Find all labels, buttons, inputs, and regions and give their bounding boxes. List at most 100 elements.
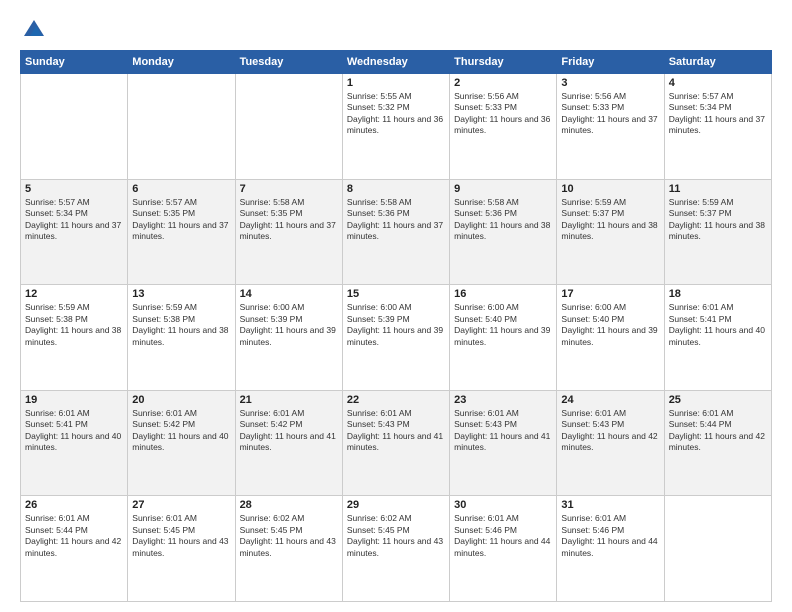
day-number: 11 <box>669 183 767 195</box>
calendar-cell: 2Sunrise: 5:56 AMSunset: 5:33 PMDaylight… <box>450 74 557 180</box>
day-number: 27 <box>132 499 230 511</box>
sunrise-label: Sunrise: 6:01 AM <box>347 408 412 418</box>
sunrise-label: Sunrise: 6:01 AM <box>669 302 734 312</box>
day-number: 20 <box>132 394 230 406</box>
sunset-label: Sunset: 5:38 PM <box>132 314 195 324</box>
calendar-cell: 4 Sunrise: 5:57 AMSunset: 5:34 PMDaylight… <box>664 74 771 180</box>
daylight-label: Daylight: 11 hours and 39 minutes. <box>347 325 443 346</box>
day-number: 24 <box>561 394 659 406</box>
calendar-cell: 10Sunrise: 5:59 AMSunset: 5:37 PMDayligh… <box>557 179 664 285</box>
day-number: 10 <box>561 183 659 195</box>
header-wednesday: Wednesday <box>342 51 449 74</box>
sunset-label: Sunset: 5:42 PM <box>240 419 303 429</box>
calendar-cell: 23 Sunrise: 6:01 AMSunset: 5:43 PMDayligh… <box>450 390 557 496</box>
day-info: Sunrise: 6:01 AMSunset: 5:41 PMDaylight:… <box>669 302 767 348</box>
day-number: 7 <box>240 183 338 195</box>
sunrise-label: Sunrise: 6:00 AM <box>347 302 412 312</box>
calendar: Sunday Monday Tuesday Wednesday Thursday… <box>20 50 772 602</box>
daylight-label: Daylight: 11 hours and 37 minutes. <box>240 220 336 241</box>
day-number: 22 <box>347 394 445 406</box>
daylight-label: Daylight: 11 hours and 38 minutes. <box>561 220 657 241</box>
calendar-cell: 28 Sunrise: 6:02 AMSunset: 5:45 PMDayligh… <box>235 496 342 602</box>
calendar-cell <box>21 74 128 180</box>
sunrise-label: Sunrise: 6:01 AM <box>454 408 519 418</box>
calendar-cell: 18 Sunrise: 6:01 AMSunset: 5:41 PMDayligh… <box>664 285 771 391</box>
calendar-cell: 12Sunrise: 5:59 AMSunset: 5:38 PMDayligh… <box>21 285 128 391</box>
sunset-label: Sunset: 5:45 PM <box>347 525 410 535</box>
day-info: Sunrise: 6:00 AMSunset: 5:40 PMDaylight:… <box>454 302 552 348</box>
sunrise-label: Sunrise: 5:59 AM <box>25 302 90 312</box>
sunset-label: Sunset: 5:32 PM <box>347 102 410 112</box>
sunset-label: Sunset: 5:46 PM <box>561 525 624 535</box>
sunrise-label: Sunrise: 6:01 AM <box>132 408 197 418</box>
sunrise-label: Sunrise: 5:59 AM <box>132 302 197 312</box>
sunset-label: Sunset: 5:34 PM <box>669 102 732 112</box>
calendar-cell <box>664 496 771 602</box>
sunrise-label: Sunrise: 5:57 AM <box>132 197 197 207</box>
sunset-label: Sunset: 5:35 PM <box>132 208 195 218</box>
daylight-label: Daylight: 11 hours and 38 minutes. <box>25 325 121 346</box>
daylight-label: Daylight: 11 hours and 43 minutes. <box>347 536 443 557</box>
calendar-cell: 9Sunrise: 5:58 AMSunset: 5:36 PMDaylight… <box>450 179 557 285</box>
day-number: 23 <box>454 394 552 406</box>
daylight-label: Daylight: 11 hours and 41 minutes. <box>240 431 336 452</box>
daylight-label: Daylight: 11 hours and 41 minutes. <box>347 431 443 452</box>
sunset-label: Sunset: 5:37 PM <box>669 208 732 218</box>
day-info: Sunrise: 6:01 AMSunset: 5:42 PMDaylight:… <box>132 408 230 454</box>
day-number: 8 <box>347 183 445 195</box>
sunset-label: Sunset: 5:39 PM <box>347 314 410 324</box>
day-number: 28 <box>240 499 338 511</box>
sunrise-label: Sunrise: 5:57 AM <box>25 197 90 207</box>
daylight-label: Daylight: 11 hours and 44 minutes. <box>454 536 550 557</box>
sunrise-label: Sunrise: 6:01 AM <box>132 513 197 523</box>
sunset-label: Sunset: 5:41 PM <box>25 419 88 429</box>
day-info: Sunrise: 6:02 AM Sunset: 5:45 PMDaylight:… <box>347 513 445 559</box>
calendar-cell: 29Sunrise: 6:02 AMSunset: 5:45 PMDayligh… <box>342 496 449 602</box>
sunset-label: Sunset: 5:44 PM <box>669 419 732 429</box>
sunrise-label: Sunrise: 5:56 AM <box>561 91 626 101</box>
calendar-cell: 20 Sunrise: 6:01 AMSunset: 5:42 PMDayligh… <box>128 390 235 496</box>
sunset-label: Sunset: 5:43 PM <box>561 419 624 429</box>
day-info: Sunrise: 6:01 AMSunset: 5:46 PMDaylight:… <box>561 513 659 559</box>
daylight-label: Daylight: 11 hours and 37 minutes. <box>347 220 443 241</box>
sunrise-label: Sunrise: 6:01 AM <box>25 408 90 418</box>
sunrise-label: Sunrise: 6:02 AM <box>347 513 412 523</box>
day-info: Sunrise: 5:57 AMSunset: 5:34 PMDaylight:… <box>669 91 767 137</box>
calendar-cell: 3Sunrise: 5:56 AMSunset: 5:33 PMDaylight… <box>557 74 664 180</box>
day-number: 3 <box>561 77 659 89</box>
calendar-week-row: 5Sunrise: 5:57 AMSunset: 5:34 PMDaylight… <box>21 179 772 285</box>
daylight-label: Daylight: 11 hours and 37 minutes. <box>669 114 765 135</box>
day-info: Sunrise: 6:01 AMSunset: 5:43 PMDaylight:… <box>454 408 552 454</box>
calendar-cell: 31Sunrise: 6:01 AMSunset: 5:46 PMDayligh… <box>557 496 664 602</box>
calendar-cell: 15Sunrise: 6:00 AMSunset: 5:39 PMDayligh… <box>342 285 449 391</box>
sunset-label: Sunset: 5:36 PM <box>347 208 410 218</box>
calendar-cell: 25Sunrise: 6:01 AMSunset: 5:44 PMDayligh… <box>664 390 771 496</box>
sunset-label: Sunset: 5:38 PM <box>25 314 88 324</box>
day-info: Sunrise: 6:00 AM Sunset: 5:39 PMDaylight:… <box>347 302 445 348</box>
header-sunday: Sunday <box>21 51 128 74</box>
header-tuesday: Tuesday <box>235 51 342 74</box>
day-number: 18 <box>669 288 767 300</box>
day-number: 1 <box>347 77 445 89</box>
calendar-cell: 27Sunrise: 6:01 AMSunset: 5:45 PMDayligh… <box>128 496 235 602</box>
daylight-label: Daylight: 11 hours and 39 minutes. <box>561 325 657 346</box>
calendar-cell: 7 Sunrise: 5:58 AMSunset: 5:35 PMDaylight… <box>235 179 342 285</box>
daylight-label: Daylight: 11 hours and 38 minutes. <box>669 220 765 241</box>
sunrise-label: Sunrise: 5:59 AM <box>561 197 626 207</box>
day-info: Sunrise: 6:02 AMSunset: 5:45 PMDaylight:… <box>240 513 338 559</box>
day-info: Sunrise: 5:58 AMSunset: 5:35 PMDaylight:… <box>240 197 338 243</box>
calendar-cell: 5Sunrise: 5:57 AMSunset: 5:34 PMDaylight… <box>21 179 128 285</box>
day-number: 4 <box>669 77 767 89</box>
sunset-label: Sunset: 5:40 PM <box>561 314 624 324</box>
day-info: Sunrise: 6:01 AMSunset: 5:41 PMDaylight:… <box>25 408 123 454</box>
calendar-cell: 21Sunrise: 6:01 AMSunset: 5:42 PMDayligh… <box>235 390 342 496</box>
calendar-cell <box>128 74 235 180</box>
logo-text <box>20 18 46 42</box>
day-number: 9 <box>454 183 552 195</box>
day-number: 6 <box>132 183 230 195</box>
sunset-label: Sunset: 5:36 PM <box>454 208 517 218</box>
daylight-label: Daylight: 11 hours and 36 minutes. <box>347 114 443 135</box>
sunset-label: Sunset: 5:45 PM <box>132 525 195 535</box>
day-info: Sunrise: 6:01 AMSunset: 5:44 PMDaylight:… <box>669 408 767 454</box>
calendar-cell: 1Sunrise: 5:55 AMSunset: 5:32 PMDaylight… <box>342 74 449 180</box>
